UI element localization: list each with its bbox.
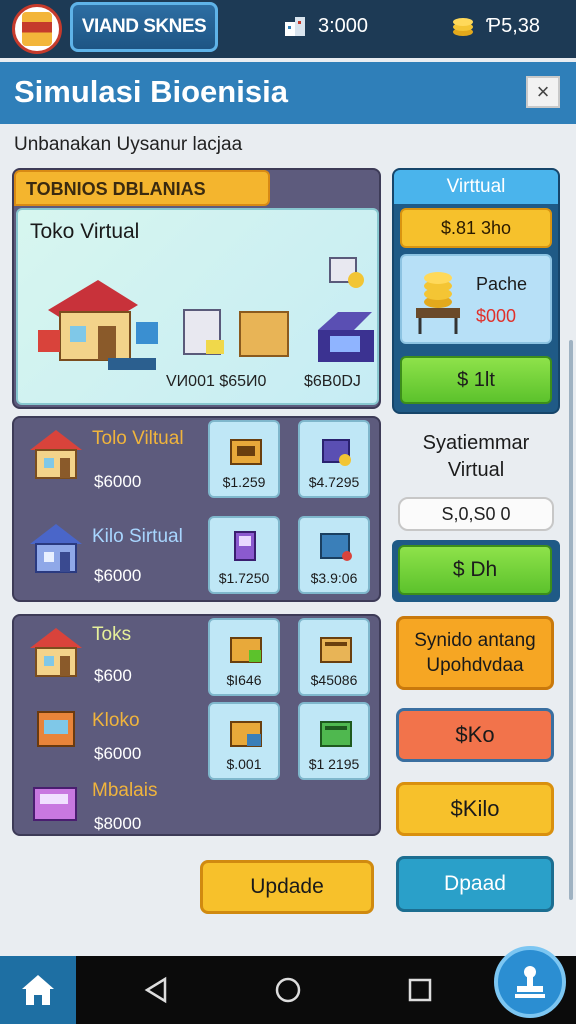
virtual-buy-button[interactable]: $ 1lt	[400, 356, 552, 404]
item-tile[interactable]: $.001	[208, 702, 280, 780]
home-circle-icon[interactable]	[274, 976, 302, 1004]
shop-icon	[30, 628, 82, 677]
house-icon	[30, 430, 82, 479]
item-tile[interactable]: $1.7250	[208, 516, 280, 594]
shop-name: Mbalais	[92, 780, 158, 801]
item-price: $1.7250	[218, 570, 270, 586]
top-status-bar: VIAND SKNES 3:000 Ƥ5,38	[0, 0, 576, 58]
shop-price: $8000	[94, 814, 142, 833]
machine-icon	[234, 531, 256, 561]
virtual-panel: Virttual $.81 3ho Pache $000 $ 1lt	[392, 168, 560, 414]
system-buy-button[interactable]: $ Dh	[398, 545, 552, 595]
item-price: $I646	[226, 672, 262, 688]
crate-icon	[230, 637, 262, 663]
register-icon	[33, 787, 77, 821]
item-price: $45086	[310, 672, 358, 688]
building-value: 3:000	[318, 14, 369, 37]
green-crate-icon	[320, 721, 352, 747]
stamp-icon	[515, 966, 545, 998]
item-tile[interactable]: $I646	[208, 618, 280, 696]
sync-label-line2: Upohdvdaa	[426, 655, 524, 676]
shop-price: $6000	[94, 472, 142, 491]
game-logo[interactable]	[12, 4, 62, 54]
system-label: Syatiemmar Virtual	[392, 430, 560, 484]
logo-emblem	[22, 12, 52, 46]
featured-price-2: $6B0DJ	[304, 373, 361, 390]
device-icon	[320, 533, 352, 561]
virtual-price-button[interactable]: $.81 3ho	[400, 208, 552, 248]
system-label-line1: Syatiemmar	[422, 432, 530, 454]
pack-card[interactable]: Pache $000	[400, 254, 552, 344]
featured-store-name: Toko Virtual	[30, 220, 140, 243]
coin-stack-icon	[453, 18, 473, 36]
item-tile[interactable]: $4.7295	[298, 420, 370, 498]
featured-panel: Toko Virtual VИ001 $65И0 $6B0DJ TOBNIOS …	[12, 168, 381, 409]
box-icon	[322, 439, 351, 466]
stamp-action-button[interactable]	[494, 946, 566, 1018]
shop-price: $6000	[94, 566, 142, 585]
shop-price: $6000	[94, 744, 142, 763]
home-icon	[22, 975, 54, 1005]
pack-name: Pache	[476, 274, 528, 294]
shop-list-panel-1: Tolo Viltual $6000 $1.259 $4.7295 Kilo S…	[12, 416, 381, 602]
coin-cart-icon	[416, 272, 460, 334]
building-icon	[285, 17, 305, 36]
home-button[interactable]	[0, 956, 76, 1024]
kiosk-icon	[37, 711, 75, 747]
item-tile[interactable]: $1 2195	[298, 702, 370, 780]
crate-icon	[320, 637, 352, 663]
store-icon	[30, 524, 82, 573]
scrollbar[interactable]	[569, 340, 573, 900]
shop-name: Toks	[92, 624, 132, 645]
sync-label-line1: Synido antang	[414, 630, 536, 651]
virtual-panel-header: Virttual	[394, 170, 558, 204]
pack-price: $000	[476, 306, 517, 326]
update-button[interactable]: Updade	[200, 860, 374, 914]
coin-value: Ƥ5,38	[486, 14, 541, 37]
crate-icon	[230, 439, 262, 465]
item-price: $1 2195	[308, 756, 360, 772]
recents-icon[interactable]	[406, 976, 434, 1004]
shop-name: Tolo Viltual	[92, 428, 184, 449]
package-icon	[230, 721, 262, 747]
shop-list-panel-2: Toks $600 $I646 $45086 Kloko $6000 $.001…	[12, 614, 381, 836]
bottom-nav-bar	[0, 956, 576, 1024]
coin-counter: Ƥ5,38	[450, 13, 540, 39]
item-tile[interactable]: $45086	[298, 618, 370, 696]
page-title: Simulasi Bioenisia	[14, 74, 288, 109]
shop-name: Kilo Sirtual	[92, 526, 183, 547]
featured-section-title: TOBNIOS DBLANIAS	[14, 170, 270, 206]
dpaad-button[interactable]: Dpaad	[396, 856, 554, 912]
kilo-button[interactable]: $Kilo	[396, 782, 554, 836]
system-buy-frame: $ Dh	[392, 540, 560, 602]
title-bar: Simulasi Bioenisia ×	[0, 62, 576, 124]
close-button[interactable]: ×	[526, 76, 560, 108]
featured-store-card[interactable]: Toko Virtual VИ001 $65И0 $6B0DJ	[16, 208, 379, 405]
item-tile[interactable]: $1.259	[208, 420, 280, 498]
system-label-line2: Virtual	[447, 459, 505, 481]
item-price: $1.259	[222, 474, 266, 490]
item-tile[interactable]: $3.9:06	[298, 516, 370, 594]
featured-price-1: VИ001 $65И0	[166, 373, 267, 390]
store-illustration	[38, 257, 374, 370]
subtitle: Unbanakan Uysanur lacjaa	[14, 134, 243, 155]
item-price: $3.9:06	[310, 570, 358, 586]
system-amount-field[interactable]: S,0,S0 0	[398, 497, 554, 531]
item-price: $4.7295	[308, 474, 360, 490]
sync-update-button[interactable]: Synido antang Upohdvdaa	[396, 616, 554, 690]
item-price: $.001	[226, 756, 262, 772]
ko-button[interactable]: $Ko	[396, 708, 554, 762]
shop-price: $600	[94, 666, 132, 685]
brand-button[interactable]: VIAND SKNES	[70, 2, 218, 52]
shop-name: Kloko	[92, 710, 140, 731]
building-counter: 3:000	[282, 13, 368, 39]
back-icon[interactable]	[143, 976, 171, 1004]
